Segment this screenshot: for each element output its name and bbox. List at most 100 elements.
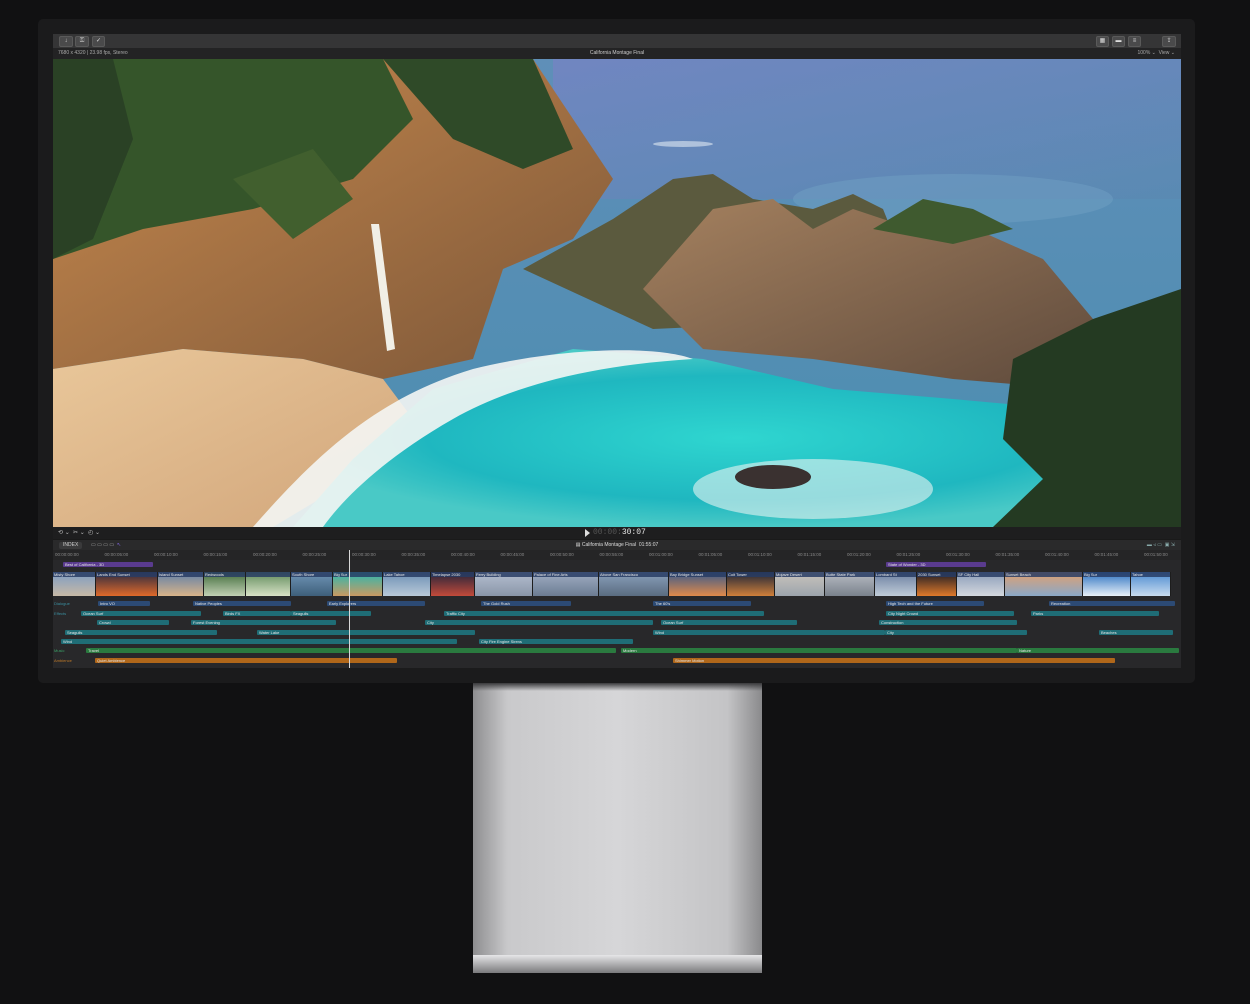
audio-clip[interactable]: Quiet Ambience bbox=[95, 658, 397, 663]
zoom-menu[interactable]: 100% bbox=[1138, 50, 1151, 56]
audio-clip[interactable]: Parks bbox=[1031, 611, 1159, 616]
inspector-toggle-button[interactable]: ≡ bbox=[1128, 36, 1141, 47]
viewer-tools[interactable]: ⟲ ⌄ ✂ ⌄ ◴ ⌄ bbox=[58, 529, 100, 536]
video-clip[interactable]: Mojave Desert bbox=[775, 572, 825, 596]
audio-clip[interactable]: High Tech and the Future bbox=[886, 601, 984, 606]
video-clip[interactable]: Island Sunset bbox=[158, 572, 204, 596]
video-clip[interactable]: Coit Tower bbox=[727, 572, 775, 596]
video-clip[interactable]: Redwoods bbox=[204, 572, 246, 596]
browser-toggle-button[interactable]: ▦ bbox=[1096, 36, 1109, 47]
view-menu[interactable]: View bbox=[1159, 50, 1170, 56]
audio-clip[interactable]: Seagulls bbox=[291, 611, 371, 616]
audio-clip[interactable]: Construction bbox=[879, 620, 1017, 625]
video-clip[interactable] bbox=[246, 572, 291, 596]
ruler-tick: 00:00:35:00 bbox=[401, 552, 426, 557]
clip-label: Island Sunset bbox=[158, 572, 203, 577]
ruler-tick: 00:00:25:00 bbox=[302, 552, 327, 557]
audio-clip[interactable]: Traffic City bbox=[444, 611, 764, 616]
video-clip[interactable]: Big Sur bbox=[1083, 572, 1131, 596]
audio-clip[interactable]: Travel bbox=[86, 648, 616, 653]
viewer-zoom-controls[interactable]: 100% ⌄ View ⌄ bbox=[1138, 48, 1176, 59]
ruler-tick: 00:00:15:00 bbox=[203, 552, 228, 557]
clip-label: Coit Tower bbox=[727, 572, 774, 577]
audio-clip[interactable]: City bbox=[885, 630, 1027, 635]
clip-label: Butte State Park bbox=[825, 572, 874, 577]
track-label-effects: Effects bbox=[54, 611, 67, 616]
audio-clip[interactable]: Forest Evening bbox=[191, 620, 336, 625]
audio-clip[interactable]: City Night Crowd bbox=[886, 611, 1014, 616]
ruler-tick: 00:01:15:00 bbox=[797, 552, 822, 557]
clip-label: Big Sur bbox=[333, 572, 382, 577]
share-icon: ⇪ bbox=[1166, 38, 1172, 44]
video-clip[interactable]: Above San Francisco bbox=[599, 572, 669, 596]
stand-foot bbox=[473, 955, 762, 973]
audio-clip[interactable]: Seagulls bbox=[65, 630, 217, 635]
clip-label: South Shore bbox=[291, 572, 332, 577]
audio-clip[interactable]: Early Explorers bbox=[327, 601, 425, 606]
video-clip[interactable]: Palace of Fine Arts bbox=[533, 572, 599, 596]
transport-bar: ⟲ ⌄ ✂ ⌄ ◴ ⌄ 00:00:30:07 bbox=[53, 527, 1181, 539]
audio-clip[interactable]: Crowd bbox=[97, 620, 169, 625]
clip-label: Redwoods bbox=[204, 572, 245, 577]
ruler-tick: 00:01:20:00 bbox=[847, 552, 871, 557]
video-clip[interactable]: 2030 Sunset bbox=[917, 572, 957, 596]
timeline-tracks[interactable]: Best of California - 3D State of Wonder … bbox=[53, 560, 1181, 668]
timecode-display[interactable]: 00:00:30:07 bbox=[593, 527, 646, 539]
audio-clip[interactable]: Water Lake bbox=[257, 630, 475, 635]
audio-clip[interactable]: Ocean Surf bbox=[81, 611, 201, 616]
track-label-music: Music bbox=[54, 648, 65, 653]
ruler-tick: 00:00:45:00 bbox=[500, 552, 525, 557]
import-button[interactable]: ↓ bbox=[59, 36, 73, 47]
audio-clip[interactable]: Nature bbox=[1017, 648, 1179, 653]
video-clip[interactable]: Misty Shore bbox=[53, 572, 96, 596]
audio-clip[interactable]: Wind bbox=[61, 639, 457, 644]
keywords-button[interactable]: ⚿ bbox=[75, 36, 89, 47]
play-button[interactable] bbox=[585, 529, 590, 537]
audio-clip[interactable]: Wind bbox=[653, 630, 885, 635]
grid-icon: ▦ bbox=[1099, 38, 1106, 44]
audio-clip[interactable]: Ocean Surf bbox=[661, 620, 797, 625]
title-clip[interactable]: Best of California - 3D bbox=[63, 562, 153, 567]
video-clip[interactable]: Lake Tahoe bbox=[383, 572, 431, 596]
video-clip[interactable]: Tahoe bbox=[1131, 572, 1171, 596]
audio-clip[interactable]: The Gold Rush bbox=[481, 601, 571, 606]
audio-clip[interactable]: Native Peoples bbox=[193, 601, 291, 606]
video-clip[interactable]: Lombard St bbox=[875, 572, 917, 596]
playhead[interactable] bbox=[349, 550, 350, 668]
audio-clip[interactable]: Birds FX bbox=[223, 611, 291, 616]
video-clip[interactable]: Big Sur bbox=[333, 572, 383, 596]
title-clip[interactable]: State of Wonder - 3D bbox=[886, 562, 986, 567]
clip-label: 2030 Sunset bbox=[917, 572, 956, 577]
audio-clip[interactable]: Recreation bbox=[1049, 601, 1175, 606]
download-icon: ↓ bbox=[64, 38, 68, 44]
final-cut-window: ↓ ⚿ ✓ ▦ ▬ ≡ ⇪ 7680 x 4320 | 23.98 fps, S… bbox=[53, 34, 1181, 668]
timeline-ruler[interactable]: 00:00:00:00 00:00:05:00 00:00:10:00 00:00:1… bbox=[53, 550, 1181, 560]
timeline-toggle-button[interactable]: ▬ bbox=[1112, 36, 1125, 47]
audio-clip[interactable]: Shimmer Motion bbox=[673, 658, 1115, 663]
audio-clip[interactable]: Beaches bbox=[1099, 630, 1173, 635]
audio-clip[interactable]: Intro VO bbox=[98, 601, 150, 606]
video-clip[interactable]: Sunset Beach bbox=[1005, 572, 1083, 596]
checkmark-circle-icon: ✓ bbox=[95, 38, 102, 44]
audio-clip[interactable]: The 60's bbox=[653, 601, 751, 606]
app-toolbar: ↓ ⚿ ✓ ▦ ▬ ≡ ⇪ bbox=[53, 34, 1181, 49]
ruler-tick: 00:01:10:00 bbox=[748, 552, 772, 557]
video-clip[interactable]: SF City Hall bbox=[957, 572, 1005, 596]
video-viewer[interactable] bbox=[53, 59, 1181, 527]
video-clip[interactable]: Butte State Park bbox=[825, 572, 875, 596]
audio-clip[interactable]: Modern bbox=[621, 648, 1017, 653]
audio-clip[interactable]: City Fire Engine Sirens bbox=[479, 639, 633, 644]
clip-label: Ferry Building bbox=[475, 572, 532, 577]
video-clip[interactable]: Bay Bridge Sunset bbox=[669, 572, 727, 596]
ruler-tick: 00:01:00:00 bbox=[649, 552, 673, 557]
video-clip[interactable]: South Shore bbox=[291, 572, 333, 596]
audio-clip[interactable]: City bbox=[425, 620, 653, 625]
ruler-tick: 00:01:50:00 bbox=[1144, 552, 1168, 557]
sliders-icon: ≡ bbox=[1132, 38, 1137, 44]
share-button[interactable]: ⇪ bbox=[1162, 36, 1176, 47]
video-clip[interactable]: Lands End Sunset bbox=[96, 572, 158, 596]
ruler-tick: 00:00:05:00 bbox=[104, 552, 129, 557]
background-tasks-button[interactable]: ✓ bbox=[92, 36, 105, 47]
video-clip[interactable]: Timelapse 2030 bbox=[431, 572, 475, 596]
video-clip[interactable]: Ferry Building bbox=[475, 572, 533, 596]
